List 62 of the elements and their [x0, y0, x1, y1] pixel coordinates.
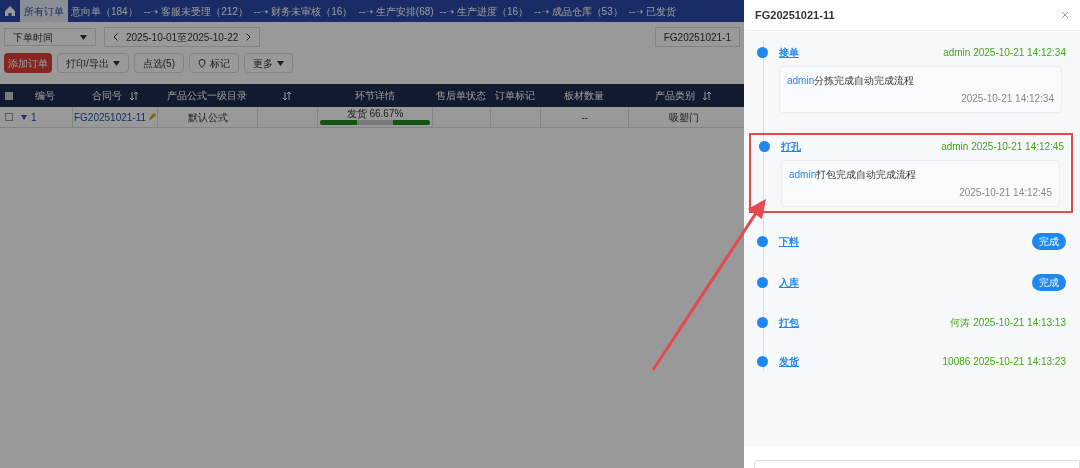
column-header: 板材数量	[564, 89, 604, 103]
location-pin-icon	[198, 58, 206, 68]
column-header: 售后单状态	[436, 89, 486, 103]
row-checkbox[interactable]	[4, 113, 13, 121]
nav-tab[interactable]: --➝ 已发货	[625, 0, 680, 22]
comment-time: 2025-10-21 14:12:34	[960, 92, 1054, 106]
comment-text: admin打包完成自动完成流程	[789, 168, 918, 182]
status-badge: 完成	[1032, 233, 1066, 250]
step-link[interactable]: 发货	[779, 354, 799, 369]
date-type-select[interactable]: 下单时间	[4, 28, 96, 46]
status-badge: 完成	[1032, 274, 1066, 291]
nav-tab[interactable]: --➝ 生产进度（16）	[436, 0, 532, 22]
nav-tab[interactable]: 意向单（184）	[68, 0, 141, 22]
nav-tab[interactable]: 所有订单	[20, 0, 68, 22]
sort-icon[interactable]	[129, 91, 138, 100]
table-cell-text: 吸塑门	[668, 110, 699, 125]
select-all-checkbox[interactable]	[4, 91, 13, 100]
drawer-title: FG20251021-11	[755, 7, 835, 23]
step-link[interactable]: 打包	[779, 315, 799, 330]
contract-link[interactable]: FG20251021-11	[73, 109, 147, 125]
caret-icon	[112, 60, 120, 66]
step-link[interactable]: 打孔	[781, 139, 801, 154]
caret-icon	[277, 60, 284, 66]
caret-icon	[80, 34, 87, 40]
table-cell-text: --	[581, 110, 588, 125]
table-cell-text: 默认公式	[187, 110, 228, 125]
nav-tab[interactable]: --➝ 成品仓库（53）	[531, 0, 626, 22]
toolbar-button[interactable]: 点选(5)	[133, 53, 184, 73]
sort-icon[interactable]	[703, 91, 711, 100]
toolbar-button[interactable]: 标记	[189, 53, 239, 73]
progress-reading: 发货 66.67%	[346, 109, 404, 119]
next-icon[interactable]	[246, 33, 252, 41]
step-link[interactable]: 入库	[779, 275, 799, 290]
step-meta: admin 2025-10-21 14:12:45	[941, 140, 1064, 154]
step-meta: admin 2025-10-21 14:12:34	[943, 46, 1066, 60]
column-header: 环节详情	[354, 89, 395, 103]
previous-icon[interactable]	[113, 33, 118, 41]
comment-time: 2025-10-21 14:12:45	[958, 186, 1052, 200]
step-link[interactable]: 接单	[779, 45, 799, 60]
step-link[interactable]: 下料	[779, 234, 799, 249]
column-header: 编号	[34, 89, 55, 103]
column-header: 订单标记	[495, 89, 535, 103]
close-icon[interactable]	[1061, 11, 1069, 19]
add-order-button[interactable]: 添加订单	[4, 53, 52, 73]
comment-text: admin分拣完成自动完成流程	[787, 74, 916, 88]
toolbar-button[interactable]: 打印/导出	[57, 53, 129, 73]
column-header: 产品公式一级目录	[167, 89, 247, 103]
toolbar-button[interactable]: 更多	[244, 53, 293, 73]
home-icon[interactable]	[4, 5, 16, 17]
table-cell-text: 1	[31, 110, 37, 125]
date-range: 2025-10-01至2025-10-22	[126, 30, 239, 45]
nav-tab[interactable]: --➝ 财务未审核（16）	[250, 0, 356, 22]
step-meta: 何涛 2025-10-21 14:13:13	[950, 316, 1066, 330]
date-range-picker[interactable]: 2025-10-01至2025-10-22	[104, 27, 261, 47]
nav-tab[interactable]: --➝ 客服未受理（212）	[140, 0, 251, 22]
expand-icon[interactable]	[21, 114, 27, 120]
sort-icon[interactable]	[283, 91, 291, 100]
column-header: 产品类别	[655, 89, 695, 103]
column-header: 合同号	[91, 89, 122, 103]
step-meta: 10086 2025-10-21 14:13:23	[942, 355, 1066, 369]
search-field[interactable]: FG20251021-1	[654, 27, 740, 47]
nav-tab[interactable]: --➝ 生产安排(68)	[355, 0, 437, 22]
